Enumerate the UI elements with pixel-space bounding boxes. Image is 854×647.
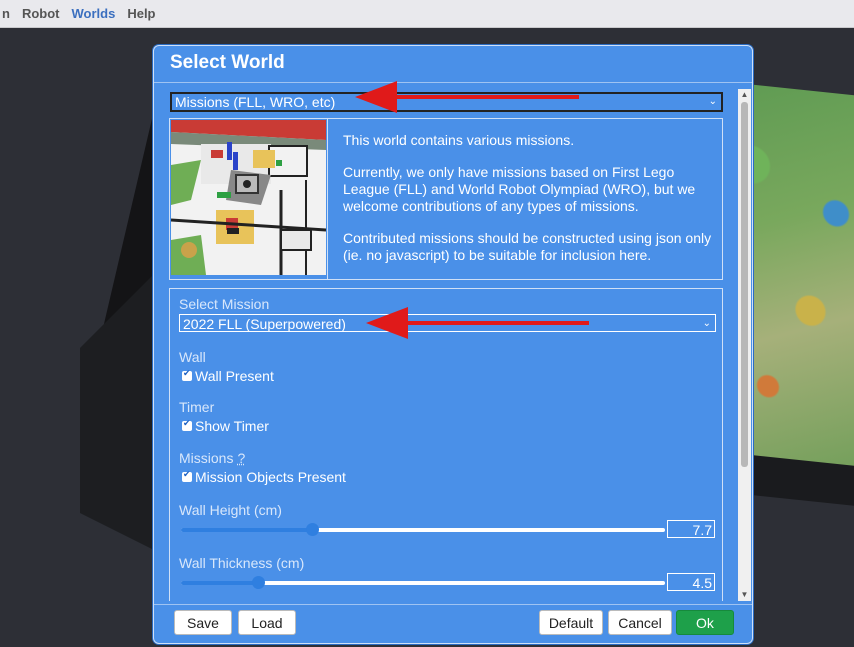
cancel-button[interactable]: Cancel: [608, 610, 672, 635]
description-line-1: This world contains various missions.: [343, 132, 575, 148]
annotation-arrow-head-1: [355, 81, 397, 113]
world-select-value: Missions (FLL, WRO, etc): [175, 94, 336, 110]
default-button[interactable]: Default: [539, 610, 603, 635]
dialog-scroll-area[interactable]: Missions (FLL, WRO, etc) ⌄ This world co…: [168, 89, 740, 601]
wall-height-slider[interactable]: [181, 522, 665, 538]
mission-select-value: 2022 FLL (Superpowered): [183, 316, 346, 332]
wall-label: Wall: [179, 349, 206, 365]
menu-item-robot[interactable]: Robot: [16, 6, 66, 21]
wall-height-label: Wall Height (cm): [179, 502, 282, 518]
world-description: This world contains various missions. Cu…: [343, 132, 713, 279]
menu-item-cut[interactable]: n: [0, 6, 16, 21]
mission-objects-checkbox[interactable]: Mission Objects Present: [182, 469, 346, 485]
chevron-down-icon: ⌄: [708, 96, 717, 107]
missions-label: Missions: [179, 450, 234, 466]
wall-thickness-input[interactable]: 4.5: [667, 573, 715, 591]
save-button[interactable]: Save: [174, 610, 232, 635]
show-timer-label: Show Timer: [195, 418, 269, 434]
slider-fill: [181, 581, 259, 585]
mission-objects-label: Mission Objects Present: [195, 469, 346, 485]
dialog-scrollbar[interactable]: ▲ ▼: [738, 89, 751, 601]
missions-help-link[interactable]: ?: [237, 450, 245, 466]
description-line-3: Contributed missions should be construct…: [343, 230, 712, 263]
scroll-up-icon[interactable]: ▲: [738, 89, 751, 101]
annotation-arrow-line-1: [395, 95, 579, 99]
load-button[interactable]: Load: [238, 610, 296, 635]
wall-thickness-label: Wall Thickness (cm): [179, 555, 305, 571]
footer-divider: [154, 604, 752, 605]
scrollbar-thumb[interactable]: [741, 102, 748, 467]
menu-item-worlds[interactable]: Worlds: [66, 6, 122, 21]
select-mission-label: Select Mission: [179, 296, 270, 312]
wall-height-input[interactable]: 7.7: [667, 520, 715, 538]
missions-label-row: Missions?: [179, 450, 245, 466]
world-preview-image: [171, 120, 326, 275]
chevron-down-icon: ⌄: [702, 318, 711, 329]
title-divider: [154, 82, 752, 83]
checkbox-checked-icon[interactable]: [182, 469, 192, 482]
timer-label: Timer: [179, 399, 215, 415]
slider-handle[interactable]: [252, 576, 266, 589]
slider-fill: [181, 528, 312, 532]
wall-present-label: Wall Present: [195, 368, 274, 384]
dialog-title: Select World: [170, 52, 285, 73]
mission-options-panel: Select Mission 2022 FLL (Superpowered) ⌄…: [169, 288, 723, 601]
annotation-arrow-line-2: [405, 321, 589, 325]
select-world-dialog: Select World Missions (FLL, WRO, etc) ⌄: [153, 45, 753, 644]
world-info-panel: This world contains various missions. Cu…: [169, 118, 723, 280]
description-line-2: Currently, we only have missions based o…: [343, 164, 696, 214]
slider-handle[interactable]: [305, 523, 319, 536]
wall-thickness-slider[interactable]: [181, 575, 665, 591]
checkbox-checked-icon[interactable]: [182, 418, 192, 431]
ok-button[interactable]: Ok: [676, 610, 734, 635]
preview-divider: [327, 119, 328, 279]
annotation-arrow-head-2: [366, 307, 408, 339]
preview-illustration: [171, 120, 326, 275]
show-timer-checkbox[interactable]: Show Timer: [182, 418, 269, 434]
wall-present-checkbox[interactable]: Wall Present: [182, 368, 274, 384]
menu-bar: n Robot Worlds Help: [0, 0, 854, 28]
checkbox-checked-icon[interactable]: [182, 368, 192, 381]
menu-item-help[interactable]: Help: [121, 6, 161, 21]
scroll-down-icon[interactable]: ▼: [738, 589, 751, 601]
